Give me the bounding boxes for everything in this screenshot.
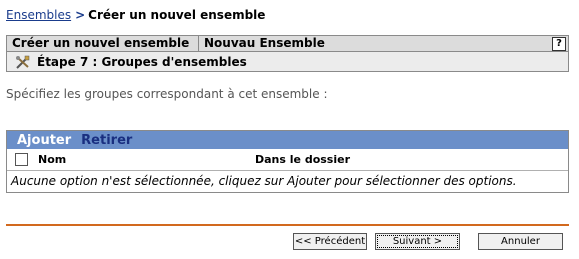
cancel-button[interactable]: Annuler xyxy=(478,233,563,250)
wizard-tools-icon xyxy=(16,55,30,69)
wizard-title: Créer un nouvel ensemble xyxy=(7,36,199,51)
add-link[interactable]: Ajouter xyxy=(17,133,71,148)
select-all-checkbox[interactable] xyxy=(15,153,28,166)
next-button[interactable]: Suivant > xyxy=(375,233,460,250)
groups-toolbar: Ajouter Retirer xyxy=(7,131,568,149)
column-header-folder: Dans le dossier xyxy=(255,153,351,166)
wizard-header: Créer un nouvel ensemble Nouvau Ensemble… xyxy=(7,36,568,52)
groups-panel: Ajouter Retirer Nom Dans le dossier Aucu… xyxy=(6,130,569,193)
remove-link[interactable]: Retirer xyxy=(81,133,132,148)
wizard-panel: Créer un nouvel ensemble Nouvau Ensemble… xyxy=(6,35,569,72)
empty-message: Aucune option n'est sélectionnée, clique… xyxy=(11,174,517,188)
breadcrumb: Ensembles > Créer un nouvel ensemble xyxy=(6,8,265,22)
breadcrumb-link-ensembles[interactable]: Ensembles xyxy=(6,8,71,22)
breadcrumb-current: Créer un nouvel ensemble xyxy=(88,8,266,22)
breadcrumb-separator: > xyxy=(75,8,86,22)
instructions-text: Spécifiez les groupes correspondant à ce… xyxy=(6,87,328,101)
wizard-object-name: Nouvau Ensemble xyxy=(204,36,325,50)
column-header-name: Nom xyxy=(38,153,67,166)
help-button[interactable]: ? xyxy=(552,37,566,51)
wizard-step-label: Étape 7 : Groupes d'ensembles xyxy=(37,54,247,69)
previous-button[interactable]: << Précédent xyxy=(293,233,367,250)
divider xyxy=(6,224,569,226)
wizard-step: Étape 7 : Groupes d'ensembles xyxy=(7,52,568,71)
groups-table-header: Nom Dans le dossier xyxy=(7,149,568,171)
